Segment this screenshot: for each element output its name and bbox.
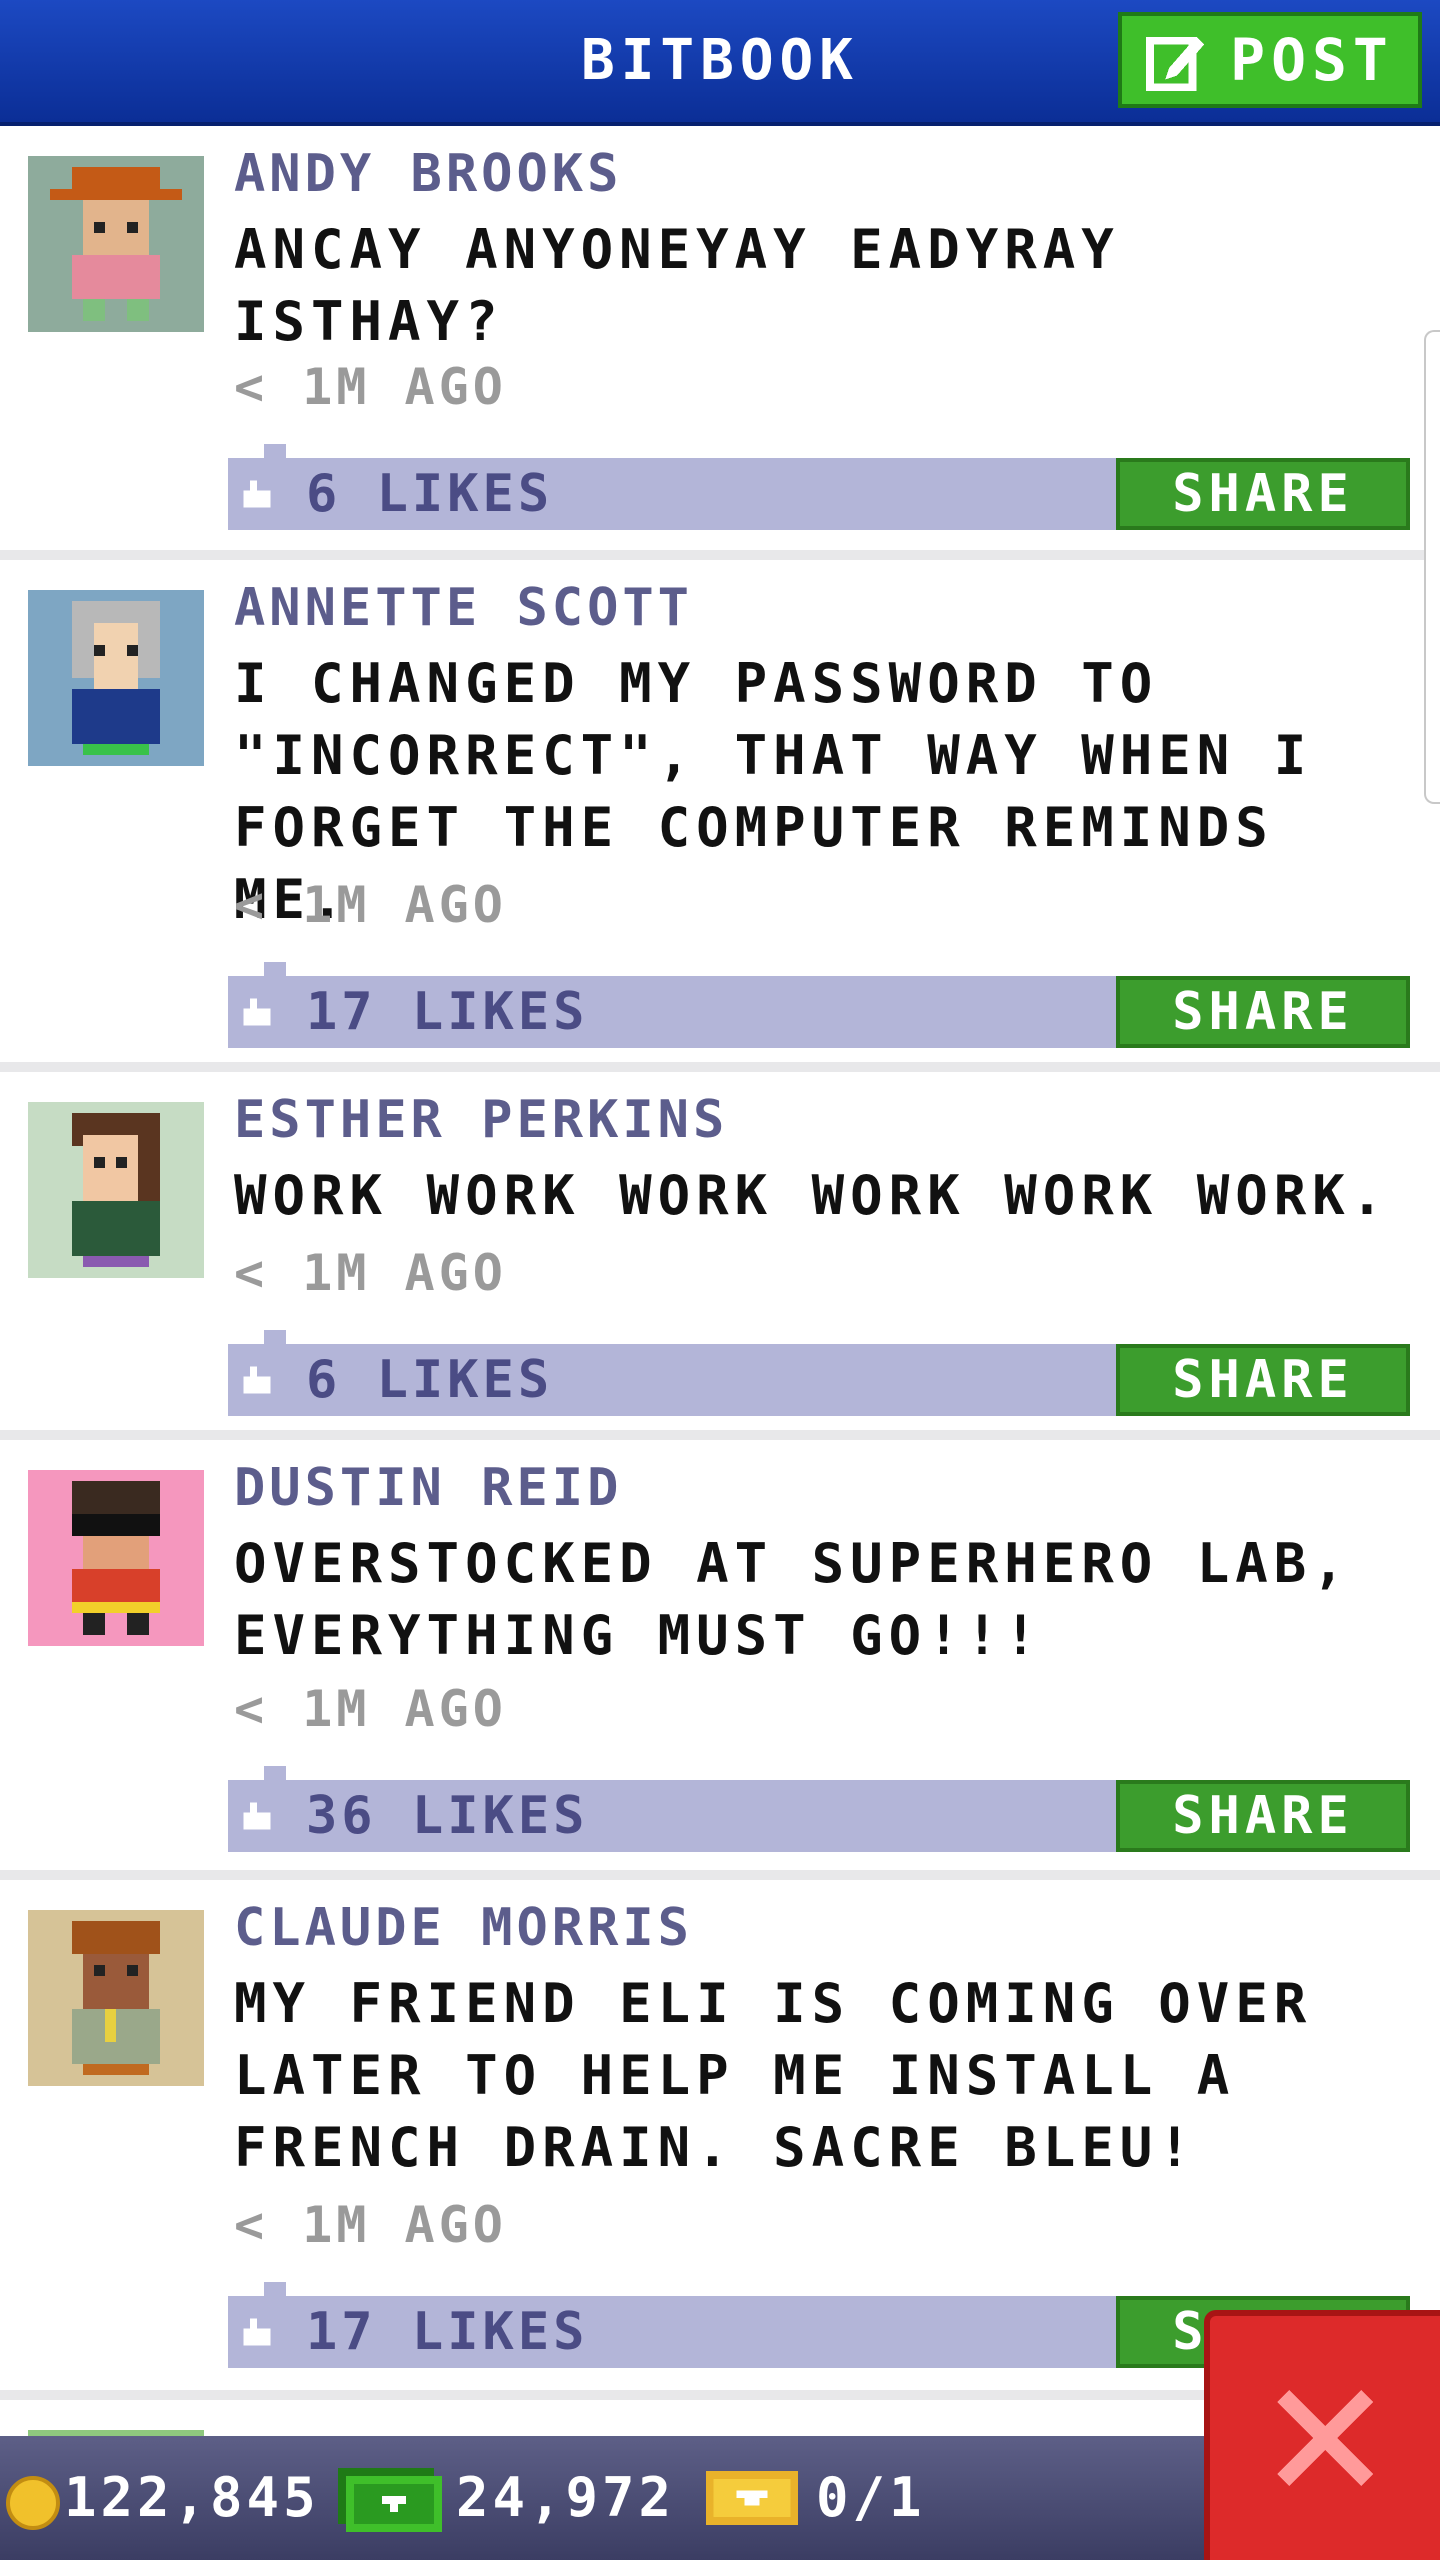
feed-list[interactable]: ANDY BROOKS ANCAY ANYONEYAY EADYRAY ISTH… xyxy=(0,126,1440,2436)
tickets-count: 0/1 xyxy=(816,2466,926,2529)
coins-count: 122,845 xyxy=(64,2466,320,2529)
author-name[interactable]: DUSTIN REID xyxy=(234,1458,622,1518)
author-name[interactable]: CLAUDE MORRIS xyxy=(234,1898,693,1958)
likes-count: 17 LIKES xyxy=(306,2302,589,2362)
share-button[interactable]: SHARE xyxy=(1116,458,1410,530)
share-button[interactable]: SHARE xyxy=(1116,1344,1410,1416)
post-time: < 1M AGO xyxy=(234,2196,507,2254)
avatar[interactable] xyxy=(28,156,204,332)
post-button-label: POST xyxy=(1230,26,1394,94)
scroll-indicator[interactable] xyxy=(1424,330,1440,804)
likes-count: 6 LIKES xyxy=(306,1350,554,1410)
likes-bar-tab xyxy=(264,1766,286,1780)
post-text: ANCAY ANYONEYAY EADYRAY ISTHAY? xyxy=(234,218,1120,353)
avatar[interactable] xyxy=(28,590,204,766)
like-icon[interactable] xyxy=(240,1802,274,1830)
avatar[interactable] xyxy=(28,1470,204,1646)
share-button[interactable]: SHARE xyxy=(1116,1780,1410,1852)
likes-bar-tab xyxy=(264,444,286,458)
post-time: < 1M AGO xyxy=(234,1680,507,1738)
cash-icon xyxy=(338,2468,442,2532)
post-text: WORK WORK WORK WORK WORK WORK. xyxy=(234,1164,1390,1227)
post-time: < 1M AGO xyxy=(234,358,507,416)
likes-count: 17 LIKES xyxy=(306,982,589,1042)
like-icon[interactable] xyxy=(240,1366,274,1394)
post-button[interactable]: POST xyxy=(1118,12,1422,108)
like-icon[interactable] xyxy=(240,998,274,1026)
like-icon[interactable] xyxy=(240,480,274,508)
author-name[interactable]: ESTHER PERKINS xyxy=(234,1090,728,1150)
author-name[interactable]: ANNETTE SCOTT xyxy=(234,578,693,638)
post-card: ANNETTE SCOTT I CHANGED MY PASSWORD TO "… xyxy=(0,560,1440,1072)
ticket-icon xyxy=(706,2471,798,2525)
like-icon[interactable] xyxy=(240,2318,274,2346)
likes-bar-tab xyxy=(264,2282,286,2296)
author-name[interactable]: ANDY BROOKS xyxy=(234,144,622,204)
likes-bar-tab xyxy=(264,962,286,976)
post-card: ESTHER PERKINS WORK WORK WORK WORK WORK … xyxy=(0,1072,1440,1440)
likes-bar-tab xyxy=(264,1330,286,1344)
post-time: < 1M AGO xyxy=(234,1244,507,1302)
post-text: MY FRIEND ELI IS COMING OVER LATER TO HE… xyxy=(234,1972,1313,2179)
post-time: < 1M AGO xyxy=(234,876,507,934)
coin-icon xyxy=(6,2476,60,2530)
avatar[interactable] xyxy=(28,1102,204,1278)
compose-icon xyxy=(1146,36,1205,91)
close-button[interactable] xyxy=(1204,2310,1440,2560)
post-card: DUSTIN REID OVERSTOCKED AT SUPERHERO LAB… xyxy=(0,1440,1440,1880)
share-button[interactable]: SHARE xyxy=(1116,976,1410,1048)
close-icon xyxy=(1277,2390,1373,2486)
post-card: ANDY BROOKS ANCAY ANYONEYAY EADYRAY ISTH… xyxy=(0,126,1440,560)
likes-bar: 6 LIKES SHARE xyxy=(228,1330,1410,1416)
likes-bar: 17 LIKES SHARE xyxy=(228,962,1410,1048)
post-text: OVERSTOCKED AT SUPERHERO LAB, EVERYTHING… xyxy=(234,1532,1351,1667)
likes-bar: 6 LIKES SHARE xyxy=(228,444,1410,530)
bux-count: 24,972 xyxy=(456,2466,676,2529)
likes-count: 6 LIKES xyxy=(306,464,554,524)
likes-count: 36 LIKES xyxy=(306,1786,589,1846)
likes-bar: 36 LIKES SHARE xyxy=(228,1766,1410,1852)
app-header: BITBOOK POST xyxy=(0,0,1440,126)
avatar[interactable] xyxy=(28,1910,204,2086)
